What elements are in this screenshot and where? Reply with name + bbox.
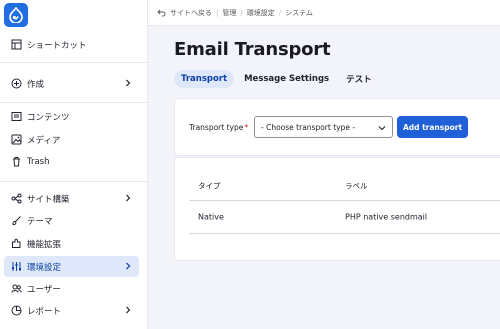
back-to-site-link[interactable]: サイトへ戻る (157, 8, 212, 18)
sidebar-item-label: コンテンツ (27, 112, 70, 123)
table-cell-label: PHP native sendmail (345, 212, 428, 222)
required-mark: * (244, 123, 249, 132)
sidebar-item-label: サイト構築 (27, 194, 70, 205)
breadcrumb: サイトへ戻る | 管理 / 環境設定 / システム (148, 0, 500, 26)
breadcrumb-item-config[interactable]: 環境設定 (247, 8, 275, 18)
chevron-right-icon (126, 306, 131, 314)
transport-type-select[interactable]: - Choose transport type - (254, 116, 393, 138)
breadcrumb-separator: / (240, 8, 243, 17)
drupal-drop-icon (9, 7, 23, 23)
shortcut-icon (10, 39, 22, 51)
column-header-type[interactable]: タイプ (198, 180, 221, 191)
reports-icon (10, 305, 22, 317)
sidebar-divider (0, 62, 147, 63)
trash-icon (10, 156, 22, 168)
sidebar-item-reports[interactable]: レポート (4, 300, 139, 321)
transport-type-label: Transport type* (189, 123, 248, 132)
breadcrumb-item-system[interactable]: システム (285, 8, 313, 18)
media-icon (10, 134, 22, 146)
sidebar-item-label: テーマ (27, 216, 53, 227)
sidebar-divider (0, 102, 147, 103)
sidebar-item-create[interactable]: 作成 (4, 73, 139, 94)
chevron-right-icon (126, 262, 131, 270)
sidebar-item-content[interactable]: コンテンツ (4, 106, 139, 127)
sidebar-item-label: 環境設定 (27, 262, 62, 273)
admin-sidebar: ショートカット 作成 コンテンツ メディア Trash サイト構築 テーマ 機能… (0, 0, 148, 329)
chevron-down-icon (378, 126, 386, 131)
tab-transport[interactable]: Transport (174, 70, 235, 88)
sidebar-item-media[interactable]: メディア (4, 129, 139, 150)
sidebar-item-label: Trash (27, 156, 50, 167)
users-icon (10, 283, 22, 295)
sliders-icon (10, 261, 22, 273)
sidebar-item-shortcuts[interactable]: ショートカット (4, 34, 139, 55)
table-header: タイプ ラベル (189, 171, 500, 201)
chevron-right-icon (126, 79, 131, 87)
transport-table: タイプ ラベル Native PHP native sendmail (174, 157, 500, 261)
back-arrow-icon (157, 9, 166, 16)
sidebar-item-label: レポート (27, 306, 62, 317)
sidebar-item-structure[interactable]: サイト構築 (4, 188, 139, 209)
puzzle-icon (10, 238, 22, 250)
tab-message-settings[interactable]: Message Settings (237, 70, 336, 88)
breadcrumb-separator: / (278, 8, 282, 17)
sidebar-item-people[interactable]: ユーザー (4, 278, 139, 299)
breadcrumb-separator: | (216, 8, 219, 17)
page-title: Email Transport (174, 39, 331, 60)
main-content: Email Transport Transport Message Settin… (148, 26, 500, 329)
table-cell-type: Native (198, 212, 224, 222)
table-row: Native PHP native sendmail (189, 201, 500, 234)
add-transport-button[interactable]: Add transport (397, 116, 468, 138)
sidebar-item-label: 機能拡張 (27, 239, 62, 250)
chevron-right-icon (126, 194, 131, 202)
sidebar-item-label: メディア (27, 135, 61, 146)
sidebar-item-extend[interactable]: 機能拡張 (4, 233, 139, 254)
transport-type-selected-value: - Choose transport type - (261, 122, 356, 132)
tab-test[interactable]: テスト (339, 69, 379, 89)
sidebar-item-label: ショートカット (27, 40, 87, 51)
transport-type-label-text: Transport type (189, 123, 244, 132)
plus-circle-icon (10, 78, 22, 90)
sidebar-item-label: 作成 (27, 79, 45, 90)
brush-icon (10, 215, 22, 227)
sidebar-divider (0, 181, 147, 182)
tab-bar: Transport Message Settings テスト (174, 69, 382, 89)
breadcrumb-item-admin[interactable]: 管理 (222, 8, 236, 18)
structure-icon (10, 193, 22, 205)
sidebar-item-appearance[interactable]: テーマ (4, 210, 139, 231)
column-header-label[interactable]: ラベル (345, 180, 368, 191)
drupal-logo[interactable] (4, 3, 28, 27)
sidebar-item-label: ユーザー (27, 284, 61, 295)
content-icon (10, 111, 22, 123)
sidebar-item-trash[interactable]: Trash (4, 151, 139, 172)
back-to-site-label: サイトへ戻る (170, 8, 212, 17)
add-transport-form: Transport type* - Choose transport type … (174, 98, 500, 156)
sidebar-item-configuration[interactable]: 環境設定 (4, 256, 139, 277)
